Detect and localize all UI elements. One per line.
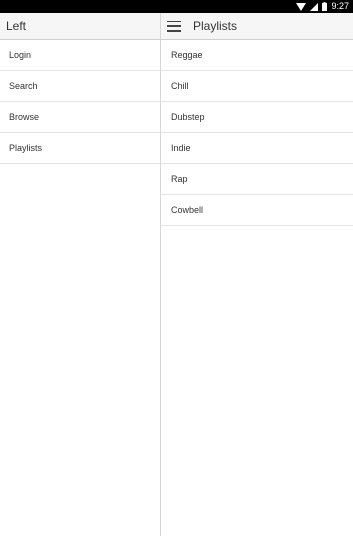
menu-item-label: Login [9, 50, 32, 60]
playlist-label: Reggae [171, 50, 203, 60]
playlist-label: Rap [171, 174, 188, 184]
menu-item-playlists[interactable]: Playlists [0, 133, 160, 164]
playlist-label: Indie [171, 143, 191, 153]
left-title: Left [6, 19, 27, 33]
menu-item-label: Playlists [9, 143, 43, 153]
status-bar: 9:27 [0, 0, 353, 13]
menu-item-search[interactable]: Search [0, 71, 160, 102]
page-title: Playlists [193, 19, 238, 33]
menu-item-login[interactable]: Login [0, 40, 160, 71]
playlist-list: Reggae Chill Dubstep Indie Rap Cowbell [161, 40, 353, 226]
battery-icon [322, 2, 328, 11]
left-header: Left [0, 13, 160, 40]
playlist-item-reggae[interactable]: Reggae [161, 40, 353, 71]
playlist-item-chill[interactable]: Chill [161, 71, 353, 102]
playlist-item-indie[interactable]: Indie [161, 133, 353, 164]
hamburger-menu-icon[interactable] [167, 20, 181, 32]
menu-item-label: Browse [9, 112, 40, 122]
wifi-icon [296, 2, 307, 11]
playlist-label: Chill [171, 81, 189, 91]
playlists-header: Playlists [161, 13, 353, 40]
playlist-item-rap[interactable]: Rap [161, 164, 353, 195]
playlists-pane: Playlists Reggae Chill Dubstep Indie Rap… [161, 13, 353, 536]
playlist-item-cowbell[interactable]: Cowbell [161, 195, 353, 226]
playlist-label: Cowbell [171, 205, 204, 215]
status-time: 9:27 [331, 1, 349, 11]
signal-icon [310, 2, 319, 11]
menu-item-label: Search [9, 81, 38, 91]
left-menu-list: Login Search Browse Playlists [0, 40, 160, 164]
playlist-item-dubstep[interactable]: Dubstep [161, 102, 353, 133]
menu-item-browse[interactable]: Browse [0, 102, 160, 133]
playlist-label: Dubstep [171, 112, 205, 122]
left-menu-pane: Left Login Search Browse Playlists [0, 13, 161, 536]
